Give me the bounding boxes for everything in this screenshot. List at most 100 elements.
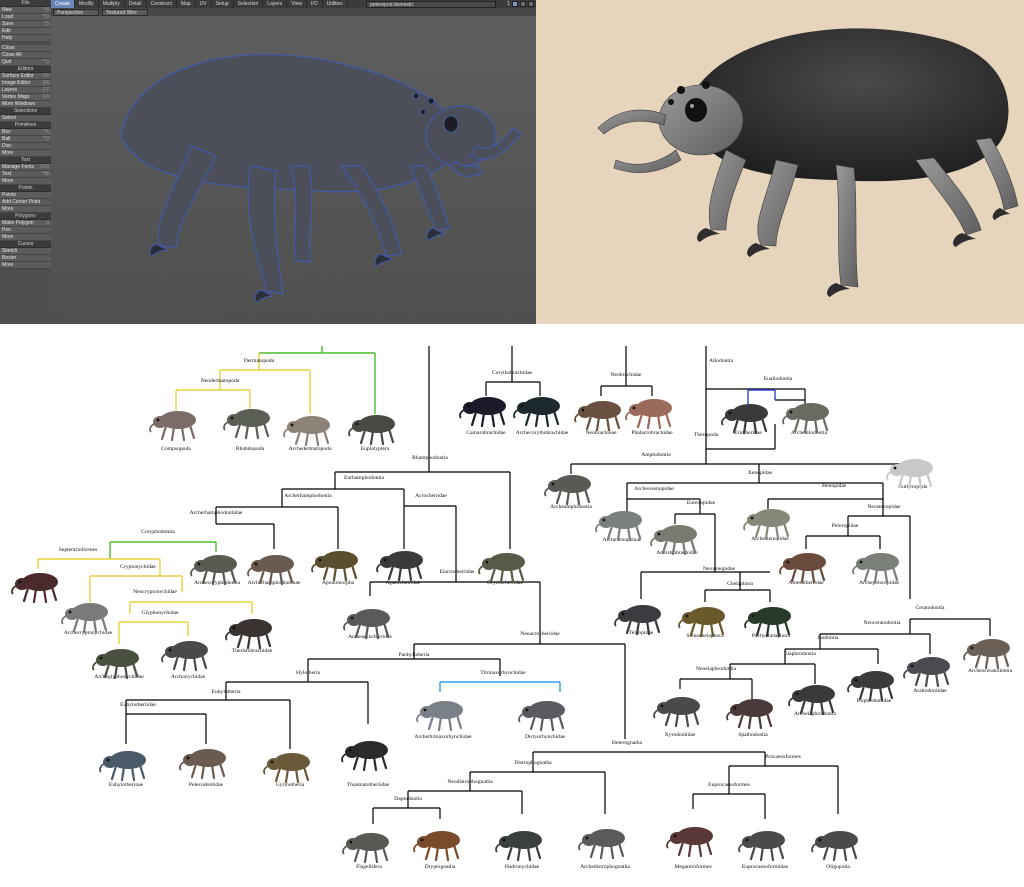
taxon-label-euhylotherinae: Euhylotherinae xyxy=(108,782,144,788)
creature-illustration xyxy=(721,404,768,435)
tab-construct[interactable]: Construct xyxy=(147,0,177,8)
tab-modify[interactable]: Modify xyxy=(75,0,99,8)
toolbar-button[interactable]: More xyxy=(0,262,51,269)
toolbar-group: Close Close All Quit ^Q xyxy=(0,42,51,66)
taxon-label-amphidontia: Amphidontia xyxy=(641,452,671,458)
tab-list: Create Modify Multiply Detail Construct Map UV… xyxy=(51,0,348,8)
tab-view[interactable]: View xyxy=(287,0,308,8)
toolbar-button[interactable]: Manage Fonts F10 xyxy=(0,164,51,171)
taxon-label-archerhamphodontia: Archerhamphodontia xyxy=(284,493,332,499)
taxon-label-acrocheiridae: Acrocheiridae xyxy=(415,493,447,499)
creature-illustration xyxy=(852,553,899,584)
tab-utilities[interactable]: Utilities xyxy=(323,0,348,8)
toolbar-button[interactable]: Select xyxy=(0,115,51,122)
toolbar-button[interactable]: Layers F7 xyxy=(0,87,51,94)
toolbar-button[interactable]: Make Polygon p xyxy=(0,220,51,227)
toolbar-button-label: More xyxy=(2,206,14,212)
toolbar-button[interactable]: Edit xyxy=(0,28,51,35)
tab-layers[interactable]: Layers xyxy=(263,0,288,8)
taxon-label-cryptonychidae: Cryptonychidae xyxy=(120,564,156,570)
toolbar-shortcut: F5 xyxy=(43,73,49,79)
taxon-label-megantroformes: Megantroformes xyxy=(674,864,712,870)
toolbar-button[interactable]: Load ^O xyxy=(0,14,51,21)
toolbar-shortcut: ^X xyxy=(43,129,49,135)
toolbar-button-label: More Windows xyxy=(2,101,36,107)
tab-map[interactable]: Map xyxy=(177,0,196,8)
taxon-label-hadronychidae: Hadronychidae xyxy=(504,864,540,870)
toolbar-button[interactable]: Sketch xyxy=(0,248,51,255)
creature-illustration xyxy=(963,639,1010,670)
toolbar-button[interactable]: More xyxy=(0,150,51,157)
toolbar-button[interactable]: More xyxy=(0,178,51,185)
tab-selection[interactable]: Selection xyxy=(234,0,264,8)
toolbar-button-label: Text xyxy=(2,171,12,177)
toolbar-shortcut: F7 xyxy=(43,87,49,93)
toolbar-button[interactable]: Text ^W xyxy=(0,171,51,178)
toolbar-button[interactable]: Help xyxy=(0,35,51,42)
toolbar-button[interactable]: Quit ^Q xyxy=(0,59,51,66)
creature-illustration xyxy=(348,415,395,446)
toolbar-button-label: Add Center Point xyxy=(2,199,41,205)
taxon-label-neodermatopoda: Neodermatopoda xyxy=(200,378,240,384)
toolbar-button[interactable]: Surface Editor F5 xyxy=(0,73,51,80)
rendered-creature-model xyxy=(536,0,1024,324)
toolbar-button[interactable]: Vertex Maps F8 xyxy=(0,94,51,101)
taxon-label-compsopoda: Compsopoda xyxy=(161,446,191,452)
taxon-label-phalacrobrachidae: Phalacrobrachidae xyxy=(631,430,673,436)
toolbar-button-label: More xyxy=(2,178,14,184)
taxon-label-panhylotheria: Panhylotheria xyxy=(398,652,430,658)
tab-detail[interactable]: Detail xyxy=(125,0,147,8)
toolbar-button[interactable]: More xyxy=(0,206,51,213)
toolbar-group-heading: Text xyxy=(0,157,51,164)
creature-illustration xyxy=(495,831,542,862)
creature-illustration xyxy=(61,603,108,634)
toolbar-button[interactable]: Bezier xyxy=(0,255,51,262)
toolbar-button[interactable]: More xyxy=(0,234,51,241)
layer-number[interactable]: 1 xyxy=(507,1,510,7)
toolbar-button[interactable]: Save ^S xyxy=(0,21,51,28)
toolbar-button[interactable]: Image Editor F6 xyxy=(0,80,51,87)
taxon-label-euprocaesoformidae: Euprocaesoformidae xyxy=(741,864,789,870)
toolbar-button[interactable]: Close xyxy=(0,45,51,52)
toolbar-button-label: Points xyxy=(2,192,16,198)
layer-bg-toggle[interactable] xyxy=(519,1,526,7)
taxon-label-isodontia: Isodontia xyxy=(817,635,839,641)
taxon-label-archedistrophognatha: Archedistrophognatha xyxy=(580,864,630,870)
tab-create[interactable]: Create xyxy=(51,0,76,8)
tab-uv[interactable]: UV xyxy=(196,0,212,8)
toolbar-shortcut: ^S xyxy=(43,21,49,27)
toolbar-button[interactable]: Box ^X xyxy=(0,129,51,136)
toolbar-button[interactable]: Close All xyxy=(0,52,51,59)
taxon-label-neodistrophognatha: Neodistrophognatha xyxy=(447,779,493,785)
shading-mode-dropdown[interactable]: Textured Wire xyxy=(102,8,148,16)
toolbar-group: Selections Select xyxy=(0,108,51,122)
toolbar-shortcut: ^N xyxy=(43,7,49,13)
taxon-label-archerhamphodontidae: Archerhamphodontidae xyxy=(189,510,243,516)
toolbar-button[interactable]: Points xyxy=(0,192,51,199)
toolbar-button[interactable]: New ^N xyxy=(0,7,51,14)
viewport-mode-dropdown[interactable]: Perspective xyxy=(53,8,99,16)
toolbar-button[interactable]: Ball ^O xyxy=(0,136,51,143)
taxon-label-corythobrachidae: Corythobrachidae xyxy=(491,370,533,376)
layer-fg-toggle[interactable] xyxy=(511,1,518,7)
tab-setup[interactable]: Setup xyxy=(212,0,234,8)
perspective-viewport[interactable] xyxy=(51,16,536,324)
scene-select[interactable]: peteropod domestic xyxy=(366,0,496,8)
creature-illustration xyxy=(478,553,525,584)
taxon-label-ceratodontia: Ceratodontia xyxy=(915,605,945,611)
layer-extra-toggle[interactable] xyxy=(527,1,534,7)
tab-multiply[interactable]: Multiply xyxy=(99,0,125,8)
creature-illustration xyxy=(666,827,713,858)
creature-illustration xyxy=(223,409,270,440)
toolbar-button[interactable]: Pen xyxy=(0,227,51,234)
toolbar-shortcut: ^O xyxy=(42,14,49,20)
taxon-label-arattodontidae: Arattodontidae xyxy=(913,688,947,694)
taxon-label-elaphrodontia: Elaphrodontia xyxy=(784,651,816,657)
toolbar-button[interactable]: Add Center Point xyxy=(0,199,51,206)
toolbar-group-heading: Polygons xyxy=(0,213,51,220)
taxon-label-thaumatotheriidae: Thaumatotheriidae xyxy=(346,782,390,788)
toolbar-button[interactable]: More Windows xyxy=(0,101,51,108)
toolbar-button[interactable]: Disc xyxy=(0,143,51,150)
toolbar-group: Points Points Add Center Point More xyxy=(0,185,51,213)
tab-io[interactable]: I/O xyxy=(307,0,323,8)
